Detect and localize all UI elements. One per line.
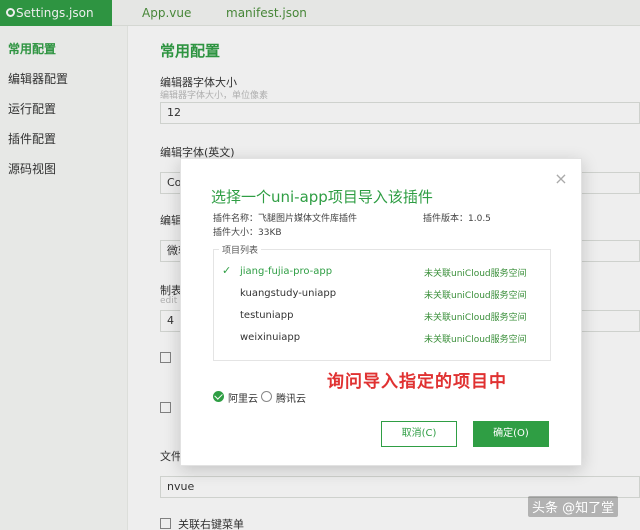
list-item[interactable]: testuniapp 未关联uniCloud服务空间 xyxy=(214,306,550,326)
plugin-size: 插件大小：33KB xyxy=(213,228,282,238)
watermark: 头条 @知了堂 xyxy=(528,496,619,517)
project-status: 未关联uniCloud服务空间 xyxy=(424,313,527,323)
radio-tencent[interactable] xyxy=(261,391,272,402)
close-icon[interactable]: × xyxy=(553,171,569,187)
cancel-button[interactable]: 取消(C) xyxy=(381,421,457,447)
project-name: kuangstudy-uniapp xyxy=(240,288,337,299)
dialog-title: 选择一个uni-app项目导入该插件 xyxy=(211,188,433,206)
list-item[interactable]: kuangstudy-uniapp 未关联uniCloud服务空间 xyxy=(214,284,550,304)
list-item[interactable]: weixinuiapp 未关联uniCloud服务空间 xyxy=(214,328,550,348)
check-icon: ✓ xyxy=(222,264,232,277)
project-status: 未关联uniCloud服务空间 xyxy=(424,291,527,301)
project-list-legend: 项目列表 xyxy=(219,243,262,256)
project-name: weixinuiapp xyxy=(240,332,301,343)
plugin-version: 插件版本：1.0.5 xyxy=(423,214,491,224)
radio-aliyun[interactable] xyxy=(213,391,224,402)
project-status: 未关联uniCloud服务空间 xyxy=(424,269,527,279)
annotation-caption: 询问导入指定的项目中 xyxy=(327,372,507,392)
ok-button[interactable]: 确定(O) xyxy=(473,421,549,447)
radio-aliyun-label: 阿里云 xyxy=(228,394,258,405)
list-item[interactable]: ✓ jiang-fujia-pro-app 未关联uniCloud服务空间 xyxy=(214,262,550,282)
project-name: jiang-fujia-pro-app xyxy=(240,266,333,277)
import-plugin-dialog: × 选择一个uni-app项目导入该插件 插件名称：飞腿图片媒体文件库插件 插件… xyxy=(180,158,582,466)
project-name: testuniapp xyxy=(240,310,294,321)
project-list: ✓ jiang-fujia-pro-app 未关联uniCloud服务空间 ku… xyxy=(213,249,551,361)
project-status: 未关联uniCloud服务空间 xyxy=(424,335,527,345)
plugin-name: 插件名称：飞腿图片媒体文件库插件 xyxy=(213,214,358,224)
radio-tencent-label: 腾讯云 xyxy=(276,394,306,405)
